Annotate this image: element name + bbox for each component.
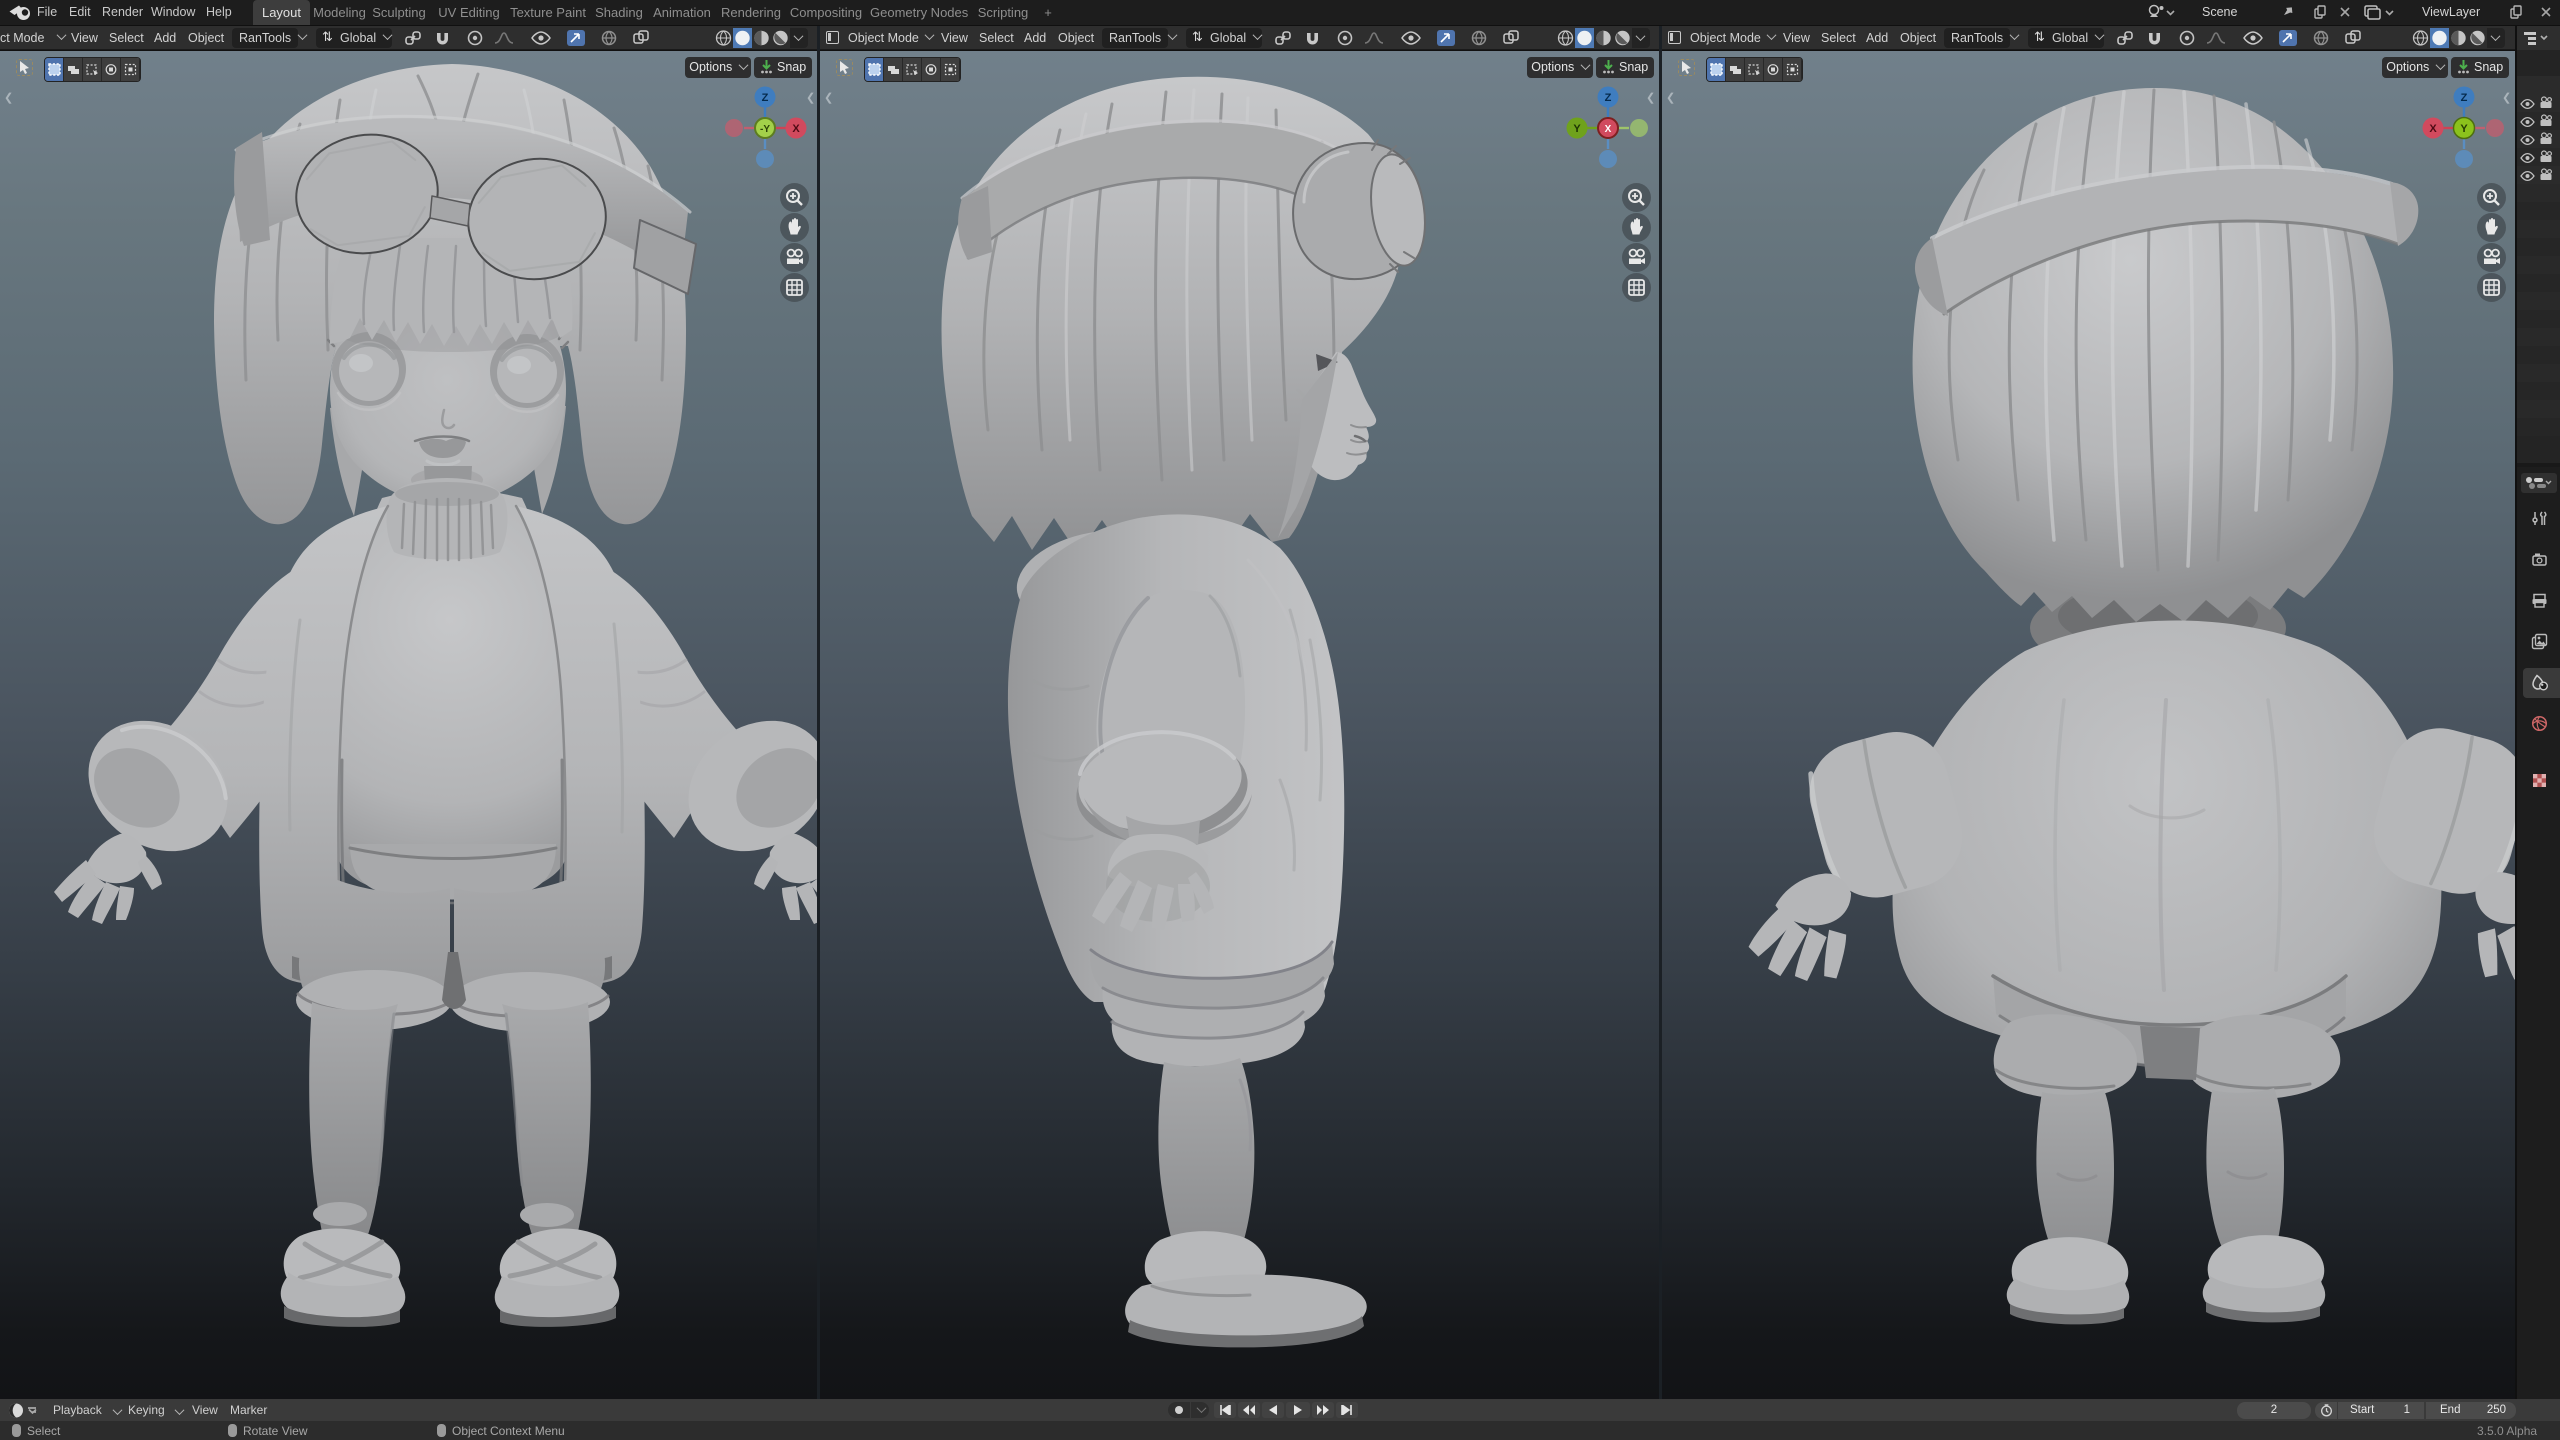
svg-text:Y: Y [2460,123,2468,135]
svg-text:X: X [1605,124,1612,135]
svg-text:Z: Z [762,92,769,104]
svg-text:Y: Y [1573,123,1581,135]
svg-text:X: X [792,123,800,135]
svg-text:-Y: -Y [760,124,770,135]
svg-text:X: X [2429,123,2437,135]
svg-text:Z: Z [2461,92,2468,104]
svg-text:Z: Z [1605,92,1612,104]
